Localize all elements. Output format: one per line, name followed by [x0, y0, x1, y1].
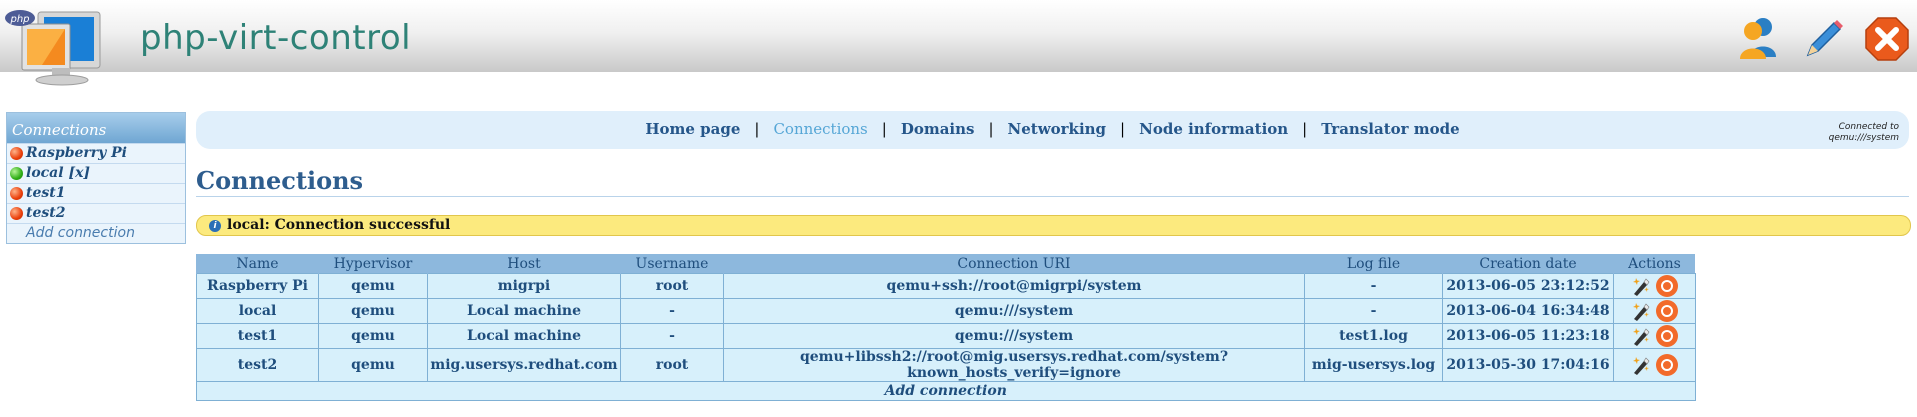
- cell-connection-uri: qemu+libssh2://root@mig.usersys.redhat.c…: [723, 348, 1305, 382]
- cell-host: Local machine: [427, 298, 621, 324]
- cell-actions: [1613, 273, 1696, 299]
- top-navigation: Home page | Connections | Domains | Networking…: [196, 111, 1909, 149]
- cell-username: -: [620, 298, 724, 324]
- sidebar-item-raspberry-pi[interactable]: Raspberry Pi: [7, 143, 185, 163]
- users-icon[interactable]: [1737, 15, 1785, 63]
- cell-log-file: -: [1304, 298, 1443, 324]
- sidebar-item-label: local [x]: [26, 165, 91, 181]
- cell-hypervisor: qemu: [318, 298, 428, 324]
- column-header-actions: Actions: [1613, 254, 1695, 274]
- logo-badge-text: php: [9, 14, 29, 25]
- column-header-log-file: Log file: [1304, 254, 1443, 274]
- cell-actions: [1613, 323, 1696, 349]
- cell-connection-uri: qemu:///system: [723, 298, 1305, 324]
- cell-name: test2: [196, 348, 319, 382]
- cell-log-file: -: [1304, 273, 1443, 299]
- header-bar: php php-virt-control: [0, 0, 1917, 86]
- nav-translator-mode[interactable]: Translator mode: [1321, 120, 1459, 138]
- cell-username: root: [620, 348, 724, 382]
- table-row: test2 qemu mig.usersys.redhat.com root qemu+…: [196, 348, 1696, 382]
- cell-host: migrpi: [427, 273, 621, 299]
- table-header-row: Name Hypervisor Host Username Connection…: [196, 254, 1695, 274]
- cell-creation-date: 2013-05-30 17:04:16: [1442, 348, 1614, 382]
- nav-home-page[interactable]: Home page: [645, 120, 740, 138]
- nav-domains[interactable]: Domains: [901, 120, 975, 138]
- status-disconnected-icon: [10, 207, 23, 220]
- sidebar-item-label: Raspberry Pi: [26, 145, 128, 161]
- table-row: Raspberry Pi qemu migrpi root qemu+ssh://roo…: [196, 273, 1696, 299]
- cell-actions: [1613, 298, 1696, 324]
- status-disconnected-icon: [10, 187, 23, 200]
- column-header-creation-date: Creation date: [1442, 254, 1614, 274]
- cell-connection-uri: qemu:///system: [723, 323, 1305, 349]
- app-logo-icon: php: [5, 10, 101, 86]
- status-disconnected-icon: [10, 147, 23, 160]
- pencil-icon[interactable]: [1800, 15, 1848, 63]
- sidebar-item-label: test2: [26, 205, 66, 221]
- column-header-name: Name: [196, 254, 319, 274]
- cell-connection-uri: qemu+ssh://root@migrpi/system: [723, 273, 1305, 299]
- column-header-connection-uri: Connection URI: [723, 254, 1305, 274]
- nav-separator: |: [754, 120, 760, 138]
- cell-name: test1: [196, 323, 319, 349]
- connections-table: Name Hypervisor Host Username Connection…: [196, 254, 1696, 401]
- cell-creation-date: 2013-06-05 23:12:52: [1442, 273, 1614, 299]
- nav-node-information[interactable]: Node information: [1139, 120, 1288, 138]
- sidebar-title: Connections: [7, 113, 185, 143]
- cell-log-file: mig-usersys.log: [1304, 348, 1443, 382]
- delete-icon[interactable]: [1655, 300, 1678, 322]
- page-title: Connections: [196, 166, 364, 195]
- cell-username: -: [620, 323, 724, 349]
- status-message-text: local: Connection successful: [227, 217, 451, 233]
- title-divider: [196, 196, 1909, 197]
- sidebar-item-local[interactable]: local [x]: [7, 163, 185, 183]
- edit-icon[interactable]: [1631, 301, 1651, 321]
- sidebar-item-test1[interactable]: test1: [7, 183, 185, 203]
- close-icon[interactable]: [1863, 15, 1911, 63]
- sidebar-item-test2[interactable]: test2: [7, 203, 185, 223]
- cell-host: Local machine: [427, 323, 621, 349]
- connection-status-line1: Connected to: [1838, 122, 1899, 132]
- nav-separator: |: [988, 120, 994, 138]
- cell-username: root: [620, 273, 724, 299]
- cell-name: Raspberry Pi: [196, 273, 319, 299]
- column-header-host: Host: [427, 254, 621, 274]
- nav-networking[interactable]: Networking: [1008, 120, 1107, 138]
- sidebar-add-connection-link[interactable]: Add connection: [7, 223, 185, 243]
- delete-icon[interactable]: [1655, 325, 1678, 347]
- table-row: local qemu Local machine - qemu:///system -20…: [196, 298, 1696, 324]
- cell-name: local: [196, 298, 319, 324]
- sidebar-connections: Connections Raspberry Pi local [x] test1…: [6, 112, 186, 244]
- cell-hypervisor: qemu: [318, 348, 428, 382]
- cell-hypervisor: qemu: [318, 323, 428, 349]
- table-footer-row: Add connection: [196, 381, 1696, 401]
- edit-icon[interactable]: [1631, 326, 1651, 346]
- edit-icon[interactable]: [1631, 276, 1651, 296]
- delete-icon[interactable]: [1655, 275, 1678, 297]
- column-header-hypervisor: Hypervisor: [318, 254, 428, 274]
- edit-icon[interactable]: [1631, 355, 1651, 375]
- nav-separator: |: [1302, 120, 1308, 138]
- cell-actions: [1613, 348, 1696, 382]
- table-add-connection-link[interactable]: Add connection: [196, 381, 1696, 401]
- cell-creation-date: 2013-06-04 16:34:48: [1442, 298, 1614, 324]
- nav-separator: |: [881, 120, 887, 138]
- sidebar-item-label: test1: [26, 185, 66, 201]
- nav-connections[interactable]: Connections: [773, 120, 867, 138]
- column-header-username: Username: [620, 254, 724, 274]
- status-connected-icon: [10, 167, 23, 180]
- delete-icon[interactable]: [1655, 354, 1678, 376]
- nav-separator: |: [1120, 120, 1126, 138]
- info-icon: i: [209, 220, 221, 232]
- app-title: php-virt-control: [140, 18, 412, 58]
- connection-status-line2: qemu:///system: [1828, 133, 1899, 143]
- cell-host: mig.usersys.redhat.com: [427, 348, 621, 382]
- cell-creation-date: 2013-06-05 11:23:18: [1442, 323, 1614, 349]
- connection-status: Connected to qemu:///system: [1829, 122, 1899, 144]
- cell-log-file: test1.log: [1304, 323, 1443, 349]
- cell-hypervisor: qemu: [318, 273, 428, 299]
- table-row: test1 qemu Local machine - qemu:///system tes…: [196, 323, 1696, 349]
- status-message: i local: Connection successful: [196, 215, 1911, 236]
